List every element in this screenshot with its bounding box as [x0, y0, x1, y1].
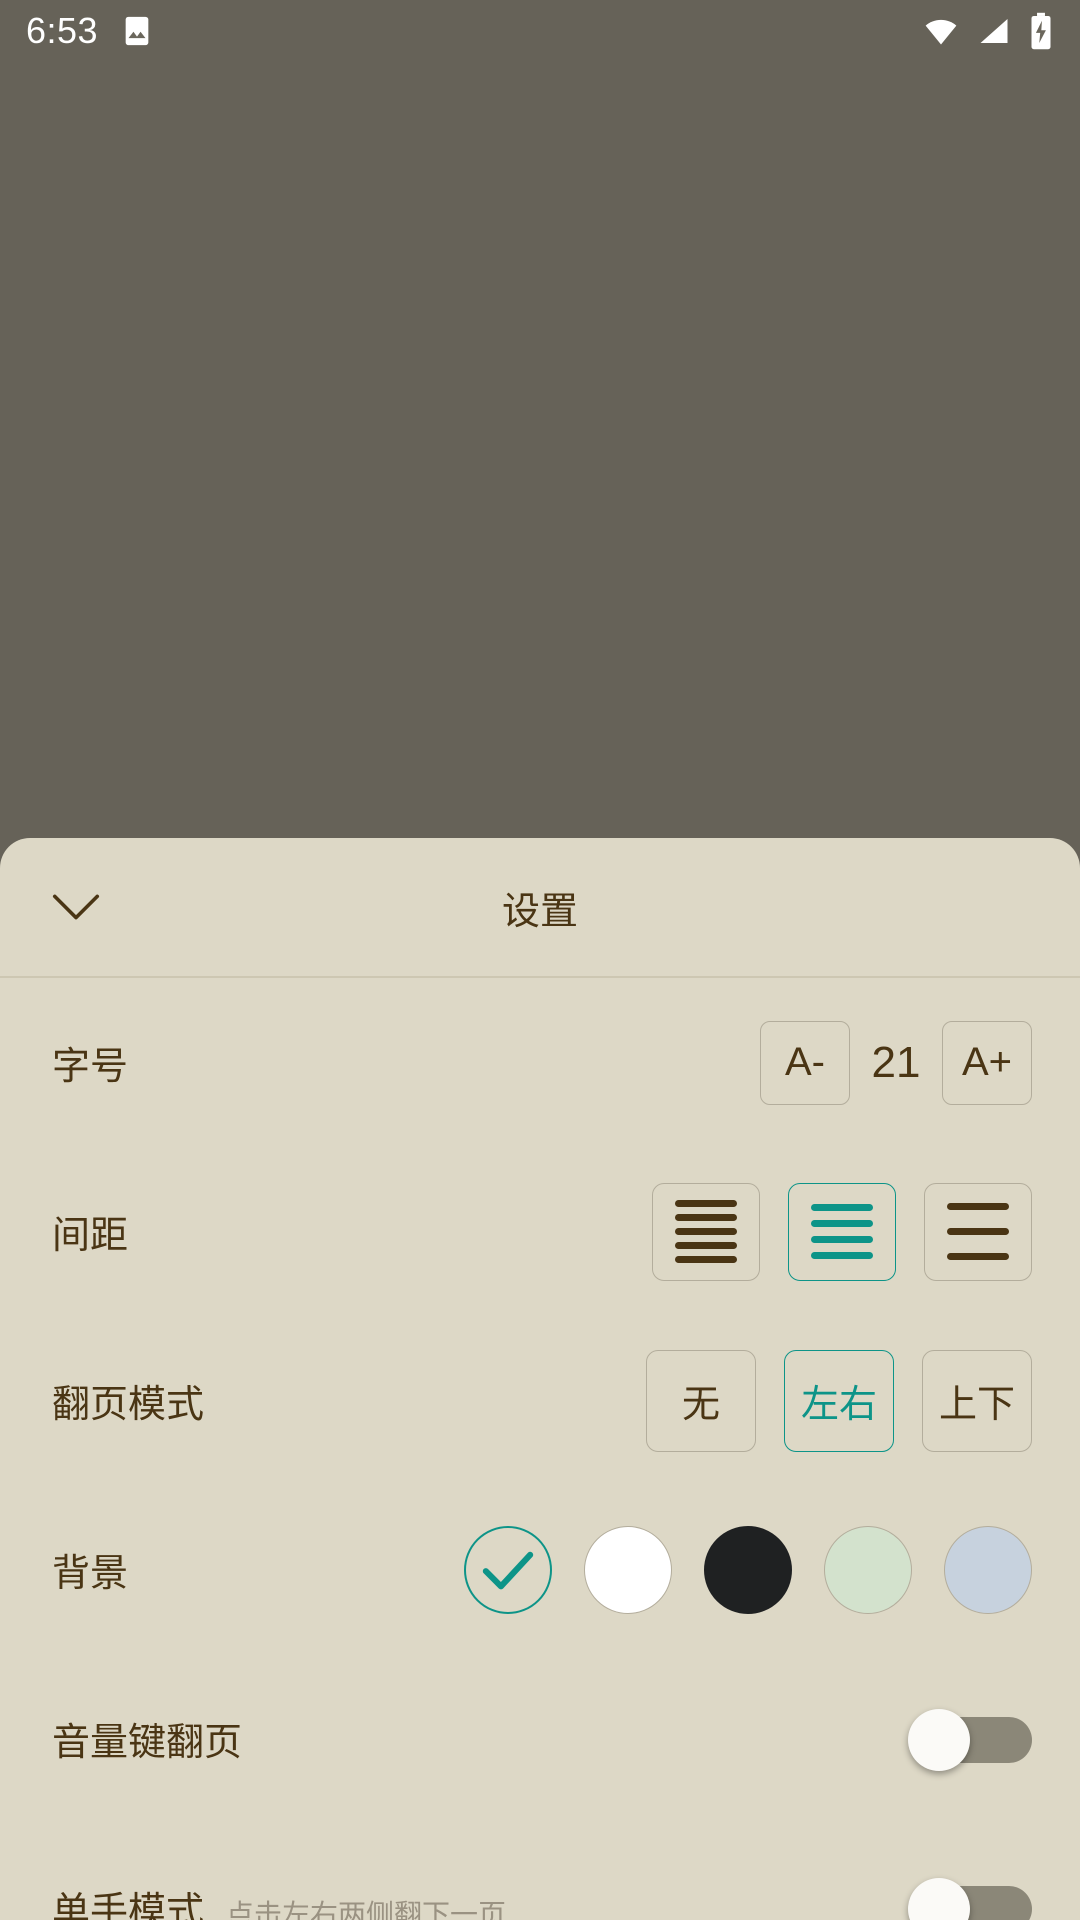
background-swatch-green[interactable]: [824, 1525, 912, 1614]
wifi-icon: [925, 19, 957, 45]
background-swatches: [432, 1525, 1032, 1614]
lines-loose-icon: [947, 1203, 1009, 1260]
battery-charging-icon: [1031, 12, 1051, 50]
background-swatch-beige[interactable]: [464, 1525, 552, 1614]
spacing-option-loose[interactable]: [924, 1182, 1032, 1281]
page-mode-option-none[interactable]: 无: [646, 1349, 756, 1452]
lines-tight-icon: [675, 1200, 737, 1263]
setting-row-font-size: 字号 A- 21 A+: [0, 978, 1080, 1147]
lines-medium-icon: [811, 1204, 873, 1259]
one-hand-label-wrap: 单手模式 点击左右两侧翻下一页: [52, 1880, 506, 1920]
one-hand-toggle[interactable]: [908, 1877, 1032, 1920]
spacing-option-tight[interactable]: [652, 1182, 760, 1281]
settings-title: 设置: [501, 890, 578, 933]
setting-row-background: 背景: [0, 1485, 1080, 1654]
volume-key-label: 音量键翻页: [52, 1722, 243, 1764]
one-hand-sublabel: 点击左右两侧翻下一页: [226, 1899, 507, 1920]
one-hand-label: 单手模式: [52, 1891, 205, 1920]
setting-row-one-hand-mode: 单手模式 点击左右两侧翻下一页: [0, 1823, 1080, 1920]
spacing-label-wrap: 间距: [52, 1204, 128, 1259]
check-icon: [482, 1551, 534, 1589]
one-hand-controls: [908, 1877, 1032, 1920]
chevron-down-glyph: [52, 894, 100, 920]
settings-panel[interactable]: 设置 字号 A- 21 A+ 间距 翻页模式 无 左右 上下 背景 音量键翻页 …: [0, 838, 1080, 1920]
image-icon: [125, 16, 149, 46]
background-swatch-white[interactable]: [584, 1525, 672, 1614]
volume-key-label-wrap: 音量键翻页: [52, 1711, 242, 1766]
font-size-label: 字号: [52, 1046, 129, 1088]
font-size-label-wrap: 字号: [52, 1035, 128, 1090]
spacing-label: 间距: [52, 1215, 129, 1257]
chevron-down-icon[interactable]: [48, 887, 104, 927]
toggle-thumb: [908, 1877, 970, 1920]
cellular-signal-icon: [980, 19, 1008, 43]
setting-row-page-mode: 翻页模式 无 左右 上下: [0, 1316, 1080, 1485]
page-mode-label-wrap: 翻页模式: [52, 1373, 204, 1428]
font-size-controls: A- 21 A+: [760, 1020, 1032, 1105]
background-swatch-dark[interactable]: [704, 1525, 792, 1614]
background-swatch-blue[interactable]: [944, 1525, 1032, 1614]
background-label-wrap: 背景: [52, 1542, 128, 1597]
page-mode-option-horizontal[interactable]: 左右: [784, 1349, 894, 1452]
status-right-icons: [922, 12, 1054, 50]
font-size-value: 21: [871, 1037, 921, 1087]
page-mode-label: 翻页模式: [52, 1384, 205, 1426]
setting-row-spacing: 间距: [0, 1147, 1080, 1316]
font-size-increase-button[interactable]: A+: [942, 1020, 1032, 1105]
volume-key-toggle[interactable]: [908, 1708, 1032, 1771]
spacing-controls: [624, 1182, 1032, 1281]
settings-header: 设置: [0, 838, 1080, 978]
spacing-option-medium[interactable]: [788, 1182, 896, 1281]
page-mode-controls: 无 左右 上下: [618, 1349, 1032, 1452]
status-bar: 6:53: [0, 0, 1080, 62]
notification-icons: [120, 14, 154, 48]
font-size-decrease-button[interactable]: A-: [760, 1020, 850, 1105]
volume-key-controls: [908, 1708, 1032, 1771]
status-clock: 6:53: [26, 10, 99, 51]
setting-row-volume-key: 音量键翻页: [0, 1654, 1080, 1823]
page-mode-option-vertical[interactable]: 上下: [922, 1349, 1032, 1452]
toggle-thumb: [908, 1708, 970, 1771]
background-label: 背景: [52, 1553, 129, 1595]
